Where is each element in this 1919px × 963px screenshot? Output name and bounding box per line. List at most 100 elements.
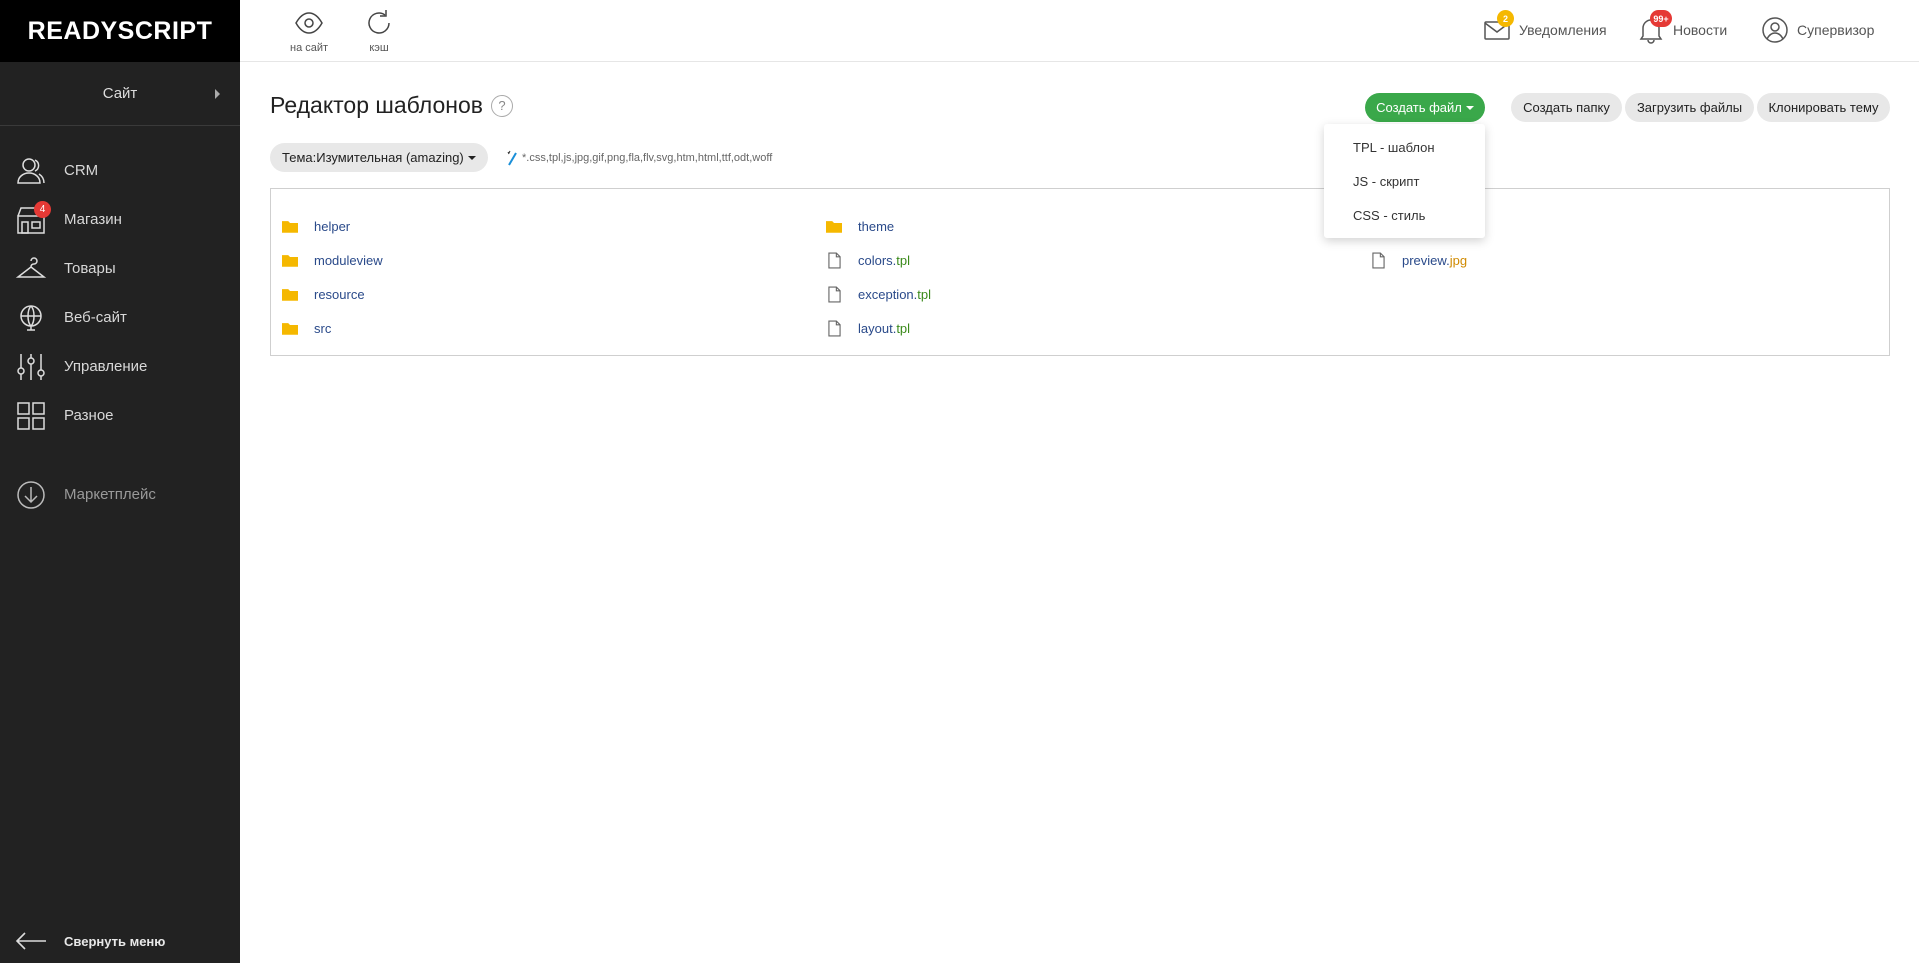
file-filter-text: *.css,tpl,js,jpg,gif,png,fla,flv,svg,htm… <box>522 152 773 164</box>
menu-item-tpl[interactable]: TPL - шаблон <box>1324 130 1485 164</box>
sidebar-item-products[interactable]: Товары <box>0 244 240 293</box>
notifications-button[interactable]: Уведомления 2 <box>1483 10 1607 44</box>
topbar: на сайт кэш Уведомления 2 Новости 99+ Су… <box>240 0 1919 62</box>
sidebar-item-label: Магазин <box>64 211 122 228</box>
cache-label: кэш <box>369 42 389 54</box>
file-extension: tpl <box>896 320 911 336</box>
file-icon <box>824 319 844 337</box>
sidebar-item-label: Маркетплейс <box>64 486 156 503</box>
file-item[interactable]: layout. tpl <box>824 311 931 345</box>
file-column: theme colors. tpl exception. tpl layout. tpl <box>824 209 931 345</box>
cache-button[interactable]: кэш <box>364 8 394 54</box>
arrow-left-icon <box>15 932 46 950</box>
file-browser: helper moduleview resource src theme colors.… <box>270 188 1890 356</box>
to-site-label: на сайт <box>290 42 329 54</box>
theme-select-label: Тема:Изумительная (amazing) <box>282 150 464 165</box>
theme-select[interactable]: Тема:Изумительная (amazing) <box>270 143 488 172</box>
user-icon <box>1762 17 1788 43</box>
notifications-label: Уведомления <box>1519 22 1607 38</box>
folder-icon <box>824 217 844 235</box>
collapse-menu-button[interactable]: Свернуть меню <box>14 931 165 951</box>
file-extension: jpg <box>1449 252 1468 268</box>
menu-item-css[interactable]: CSS - стиль <box>1324 198 1485 232</box>
file-extension: tpl <box>917 286 931 302</box>
file-name: theme <box>858 218 895 234</box>
file-filter[interactable]: *.css,tpl,js,jpg,gif,png,fla,flv,svg,htm… <box>506 150 772 166</box>
news-label: Новости <box>1673 22 1728 38</box>
notifications-badge: 2 <box>1497 10 1514 27</box>
clone-theme-button[interactable]: Клонировать тему <box>1757 93 1890 122</box>
users-icon <box>14 154 48 188</box>
download-circle-icon <box>14 478 48 512</box>
folder-icon <box>280 285 300 303</box>
upload-files-button[interactable]: Загрузить файлы <box>1625 93 1754 122</box>
eye-icon <box>295 12 323 34</box>
sidebar-item-label: Управление <box>64 358 148 375</box>
file-item[interactable]: preview. jpg <box>1368 243 1467 277</box>
folder-item[interactable]: helper <box>280 209 383 243</box>
globe-icon <box>14 301 48 335</box>
file-column: helper moduleview resource src <box>280 209 383 345</box>
sidebar-item-label: Разное <box>64 407 114 424</box>
sidebar-item-marketplace[interactable]: Маркетплейс <box>0 470 240 519</box>
collapse-menu-label: Свернуть меню <box>64 933 166 949</box>
file-name: layout. <box>858 320 897 336</box>
folder-icon <box>280 319 300 337</box>
folder-item[interactable]: src <box>280 311 383 345</box>
logo[interactable]: READYSCRIPT <box>0 0 240 62</box>
folder-item[interactable]: moduleview <box>280 243 383 277</box>
file-name: moduleview <box>314 252 383 268</box>
chevron-right-icon <box>215 89 220 99</box>
help-icon[interactable]: ? <box>490 94 513 117</box>
file-icon <box>824 285 844 303</box>
sidebar-item-misc[interactable]: Разное <box>0 391 240 440</box>
user-menu[interactable]: Супервизор <box>1761 16 1874 44</box>
file-item[interactable]: colors. tpl <box>824 243 931 277</box>
folder-icon <box>280 217 300 235</box>
sidebar-item-label: Веб-сайт <box>64 309 127 326</box>
file-name: helper <box>314 218 351 234</box>
folder-item[interactable]: resource <box>280 277 383 311</box>
file-extension: tpl <box>896 252 911 268</box>
news-badge: 99+ <box>1650 10 1672 27</box>
file-name: src <box>314 320 332 336</box>
refresh-icon <box>368 10 390 34</box>
sidebar-item-crm[interactable]: CRM <box>0 146 240 195</box>
wand-icon <box>507 150 517 166</box>
folder-icon <box>280 251 300 269</box>
news-button[interactable]: Новости 99+ <box>1637 10 1728 44</box>
sliders-icon <box>14 350 48 384</box>
file-name: colors. <box>858 252 897 268</box>
file-name: preview. <box>1402 252 1450 268</box>
create-file-label: Создать файл <box>1376 100 1462 115</box>
sidebar-item-label: CRM <box>64 162 99 179</box>
file-column: preview. jpg <box>1368 243 1467 277</box>
create-file-button[interactable]: Создать файл <box>1365 93 1485 122</box>
sidebar: READYSCRIPT Сайт CRM 4 Магазин Товары Ве… <box>0 0 240 963</box>
page-title-text: Редактор шаблонов <box>270 92 483 118</box>
folder-item[interactable]: theme <box>824 209 931 243</box>
grid-icon <box>14 399 48 433</box>
user-label: Супервизор <box>1797 22 1875 38</box>
sidebar-item-management[interactable]: Управление <box>0 342 240 391</box>
sidebar-item-label: Товары <box>64 260 116 277</box>
file-icon <box>1368 251 1388 269</box>
file-name: exception. <box>858 286 918 302</box>
site-selector[interactable]: Сайт <box>0 62 240 126</box>
caret-down-icon <box>1465 105 1474 110</box>
site-selector-label: Сайт <box>102 85 138 102</box>
page-title: Редактор шаблонов ? <box>270 92 513 119</box>
file-item[interactable]: exception. tpl <box>824 277 931 311</box>
sidebar-menu: CRM 4 Магазин Товары Веб-сайт Управление… <box>0 126 240 519</box>
create-folder-button[interactable]: Создать папку <box>1511 93 1622 122</box>
sidebar-item-store[interactable]: 4 Магазин <box>0 195 240 244</box>
store-badge: 4 <box>34 201 51 218</box>
file-name: resource <box>314 286 365 302</box>
caret-down-icon <box>467 155 476 160</box>
menu-item-js[interactable]: JS - скрипт <box>1324 164 1485 198</box>
file-icon <box>824 251 844 269</box>
sidebar-item-website[interactable]: Веб-сайт <box>0 293 240 342</box>
hanger-icon <box>14 252 48 286</box>
create-file-dropdown: TPL - шаблон JS - скрипт CSS - стиль <box>1324 124 1485 238</box>
to-site-button[interactable]: на сайт <box>290 8 328 54</box>
